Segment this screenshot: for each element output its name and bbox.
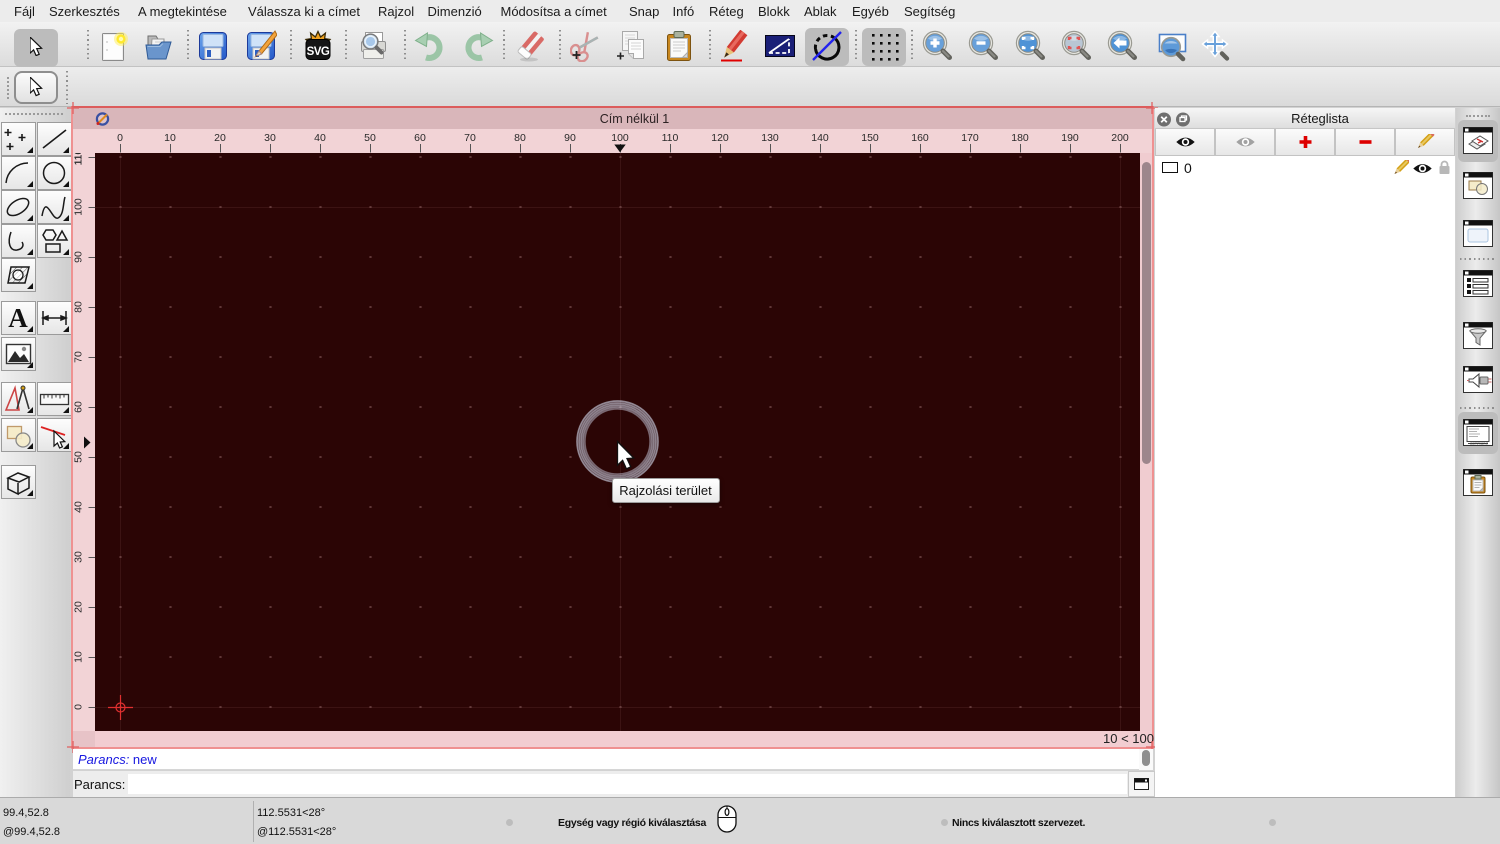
svg-text:30: 30 [264,132,276,144]
svg-text:140: 140 [811,132,829,144]
svg-text:70: 70 [73,351,85,363]
svg-text:50: 50 [73,451,85,463]
svg-text:20: 20 [214,132,226,144]
svg-text:60: 60 [73,401,85,413]
svg-text:20: 20 [73,601,85,613]
svg-text:110: 110 [73,153,85,165]
svg-text:30: 30 [73,551,85,563]
svg-text:A: A [8,303,28,333]
svg-text:90: 90 [564,132,576,144]
svg-text:120: 120 [711,132,729,144]
svg-text:SVG: SVG [307,46,330,58]
svg-text:0: 0 [117,132,123,144]
svg-text:170: 170 [961,132,979,144]
svg-text:130: 130 [761,132,779,144]
svg-text:10: 10 [73,651,85,663]
svg-text:90: 90 [73,251,85,263]
svg-text:110: 110 [662,132,679,144]
svg-text:10: 10 [164,132,176,144]
svg-text:100: 100 [73,198,85,216]
svg-text:60: 60 [414,132,426,144]
svg-text:180: 180 [1011,132,1029,144]
svg-text:100: 100 [611,132,629,144]
svg-text:150: 150 [861,132,879,144]
svg-text:80: 80 [73,301,85,313]
svg-text:40: 40 [73,501,85,513]
svg-text:200: 200 [1111,132,1129,144]
svg-text:0: 0 [73,704,85,710]
svg-text:command: command [1470,441,1488,446]
svg-text:50: 50 [364,132,376,144]
svg-text:160: 160 [911,132,929,144]
svg-text:40: 40 [314,132,326,144]
svg-text:80: 80 [514,132,526,144]
svg-text:70: 70 [464,132,476,144]
svg-text:190: 190 [1061,132,1079,144]
